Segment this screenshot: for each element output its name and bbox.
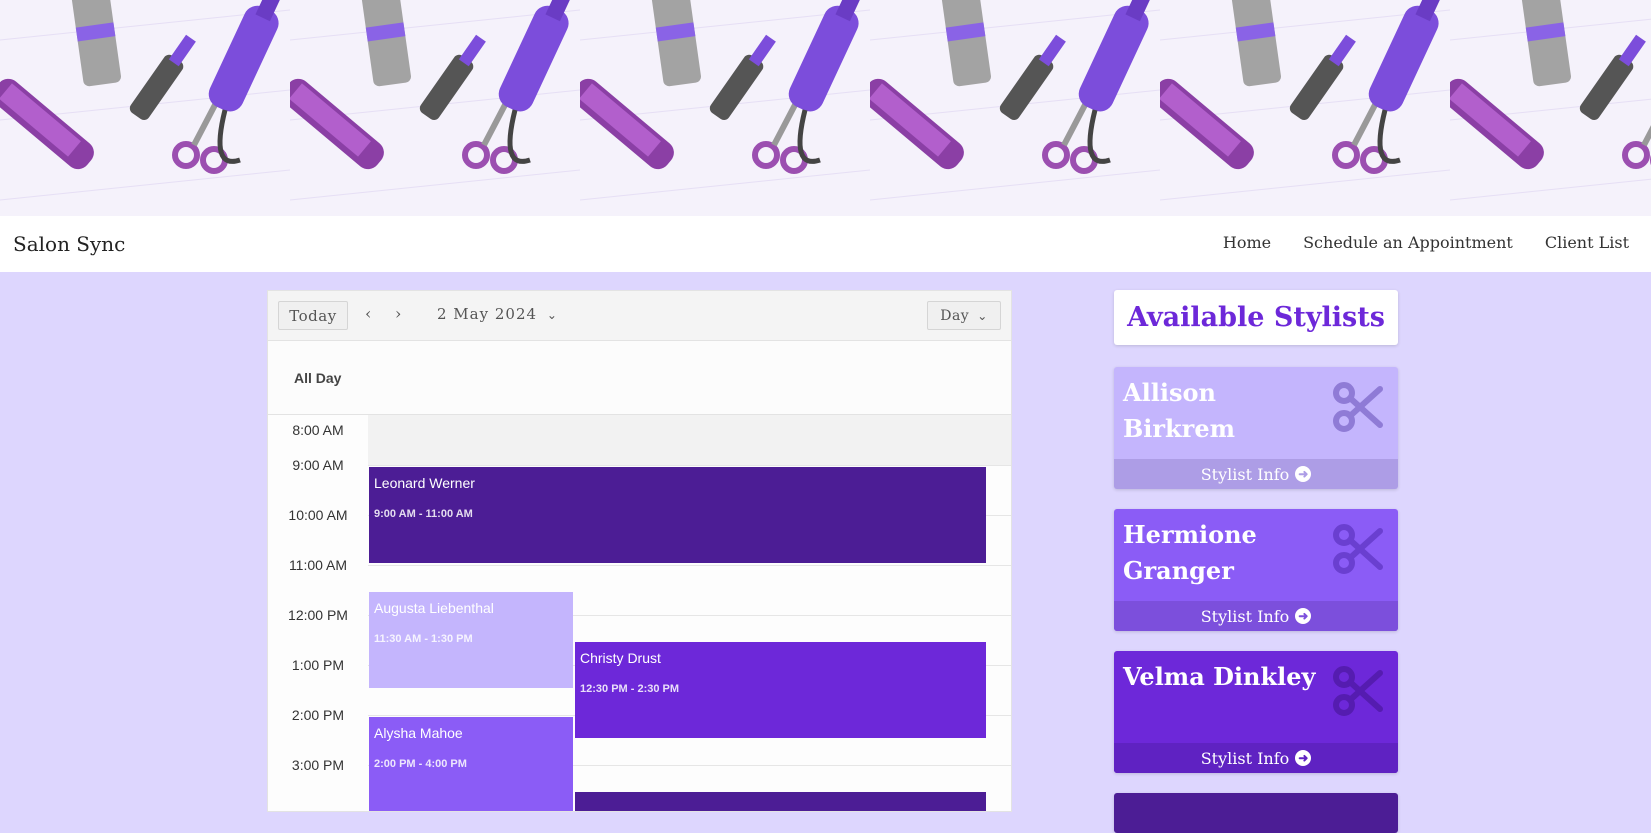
scissors-icon bbox=[1333, 666, 1383, 716]
event-time: 12:30 PM - 2:30 PM bbox=[580, 683, 680, 695]
stylist-info-label: Stylist Info bbox=[1200, 606, 1290, 626]
event-client-name: Alysha Mahoe bbox=[374, 725, 463, 741]
all-day-row[interactable]: All Day bbox=[268, 341, 1011, 415]
arrow-right-circle-icon: ➜ bbox=[1295, 750, 1312, 766]
stylist-info-link[interactable]: Stylist Info ➜ bbox=[1114, 743, 1398, 773]
stylist-name: Allison Birkrem bbox=[1123, 378, 1235, 443]
stylist-name: Hermione Granger bbox=[1123, 520, 1257, 585]
stylist-info-label: Stylist Info bbox=[1200, 464, 1290, 484]
past-hours-shade bbox=[368, 415, 1011, 465]
header-banner-image bbox=[0, 0, 1651, 216]
stylist-card[interactable]: Hermione Granger Stylist Info ➜ bbox=[1114, 509, 1398, 631]
event-time: 11:30 AM - 1:30 PM bbox=[374, 633, 473, 645]
time-label: 3:00 PM bbox=[291, 757, 345, 773]
chevron-down-icon: ⌄ bbox=[977, 308, 988, 323]
next-day-icon[interactable]: › bbox=[395, 304, 401, 323]
event-client-name: Augusta Liebenthal bbox=[374, 600, 494, 616]
time-label: 11:00 AM bbox=[288, 557, 348, 573]
time-label: 8:00 AM bbox=[292, 422, 344, 438]
time-label: 1:00 PM bbox=[291, 657, 345, 673]
time-grid[interactable]: 8:00 AM 9:00 AM 10:00 AM 11:00 AM 12:00 … bbox=[268, 415, 1011, 811]
stylist-name: Velma Dinkley bbox=[1123, 662, 1316, 691]
view-select[interactable]: Day ⌄ bbox=[927, 301, 1001, 330]
stylist-card[interactable]: Allison Birkrem Stylist Info ➜ bbox=[1114, 367, 1398, 489]
nav-links: Home Schedule an Appointment Client List bbox=[1223, 233, 1629, 252]
current-date: 2 May 2024 bbox=[437, 305, 538, 323]
date-picker[interactable]: 2 May 2024 ⌄ bbox=[437, 305, 558, 323]
chevron-down-icon: ⌄ bbox=[546, 308, 558, 322]
day-calendar: Today ‹ › 2 May 2024 ⌄ Day ⌄ All Day 8:0… bbox=[267, 290, 1012, 812]
appointment-event[interactable] bbox=[575, 792, 986, 811]
view-select-label: Day bbox=[940, 307, 970, 324]
event-client-name: Leonard Werner bbox=[374, 475, 475, 491]
stylist-info-link[interactable]: Stylist Info ➜ bbox=[1114, 459, 1398, 489]
time-label: 9:00 AM bbox=[292, 457, 344, 473]
brand-logo[interactable]: Salon Sync bbox=[13, 232, 125, 256]
stylist-card[interactable] bbox=[1114, 793, 1398, 833]
stylist-info-label: Stylist Info bbox=[1200, 748, 1290, 768]
appointment-event[interactable]: Augusta Liebenthal 11:30 AM - 1:30 PM bbox=[369, 592, 573, 688]
arrow-right-circle-icon: ➜ bbox=[1295, 466, 1312, 482]
event-time: 9:00 AM - 11:00 AM bbox=[374, 508, 473, 520]
nav-client-list-link[interactable]: Client List bbox=[1545, 233, 1629, 252]
appointment-event[interactable]: Alysha Mahoe 2:00 PM - 4:00 PM bbox=[369, 717, 573, 811]
hour-line bbox=[368, 565, 1011, 566]
scissors-icon bbox=[1333, 382, 1383, 432]
appointment-event[interactable]: Leonard Werner 9:00 AM - 11:00 AM bbox=[369, 467, 986, 563]
calendar-toolbar: Today ‹ › 2 May 2024 ⌄ Day ⌄ bbox=[268, 291, 1011, 341]
nav-schedule-link[interactable]: Schedule an Appointment bbox=[1303, 233, 1513, 252]
appointment-event[interactable]: Christy Drust 12:30 PM - 2:30 PM bbox=[575, 642, 986, 738]
nav-home-link[interactable]: Home bbox=[1223, 233, 1271, 252]
arrow-right-circle-icon: ➜ bbox=[1295, 608, 1312, 624]
hour-line bbox=[368, 465, 1011, 466]
event-client-name: Christy Drust bbox=[580, 650, 661, 666]
event-time: 2:00 PM - 4:00 PM bbox=[374, 758, 467, 770]
stylists-title: Available Stylists bbox=[1114, 290, 1398, 345]
today-button[interactable]: Today bbox=[278, 301, 348, 330]
stylist-card[interactable]: Velma Dinkley Stylist Info ➜ bbox=[1114, 651, 1398, 773]
time-label: 2:00 PM bbox=[291, 707, 345, 723]
time-label: 10:00 AM bbox=[288, 507, 348, 523]
scissors-icon bbox=[1333, 524, 1383, 574]
prev-day-icon[interactable]: ‹ bbox=[365, 304, 371, 323]
stylist-info-link[interactable]: Stylist Info ➜ bbox=[1114, 601, 1398, 631]
top-navbar: Salon Sync Home Schedule an Appointment … bbox=[0, 216, 1651, 272]
all-day-label: All Day bbox=[294, 370, 342, 386]
time-label: 12:00 PM bbox=[288, 607, 348, 623]
